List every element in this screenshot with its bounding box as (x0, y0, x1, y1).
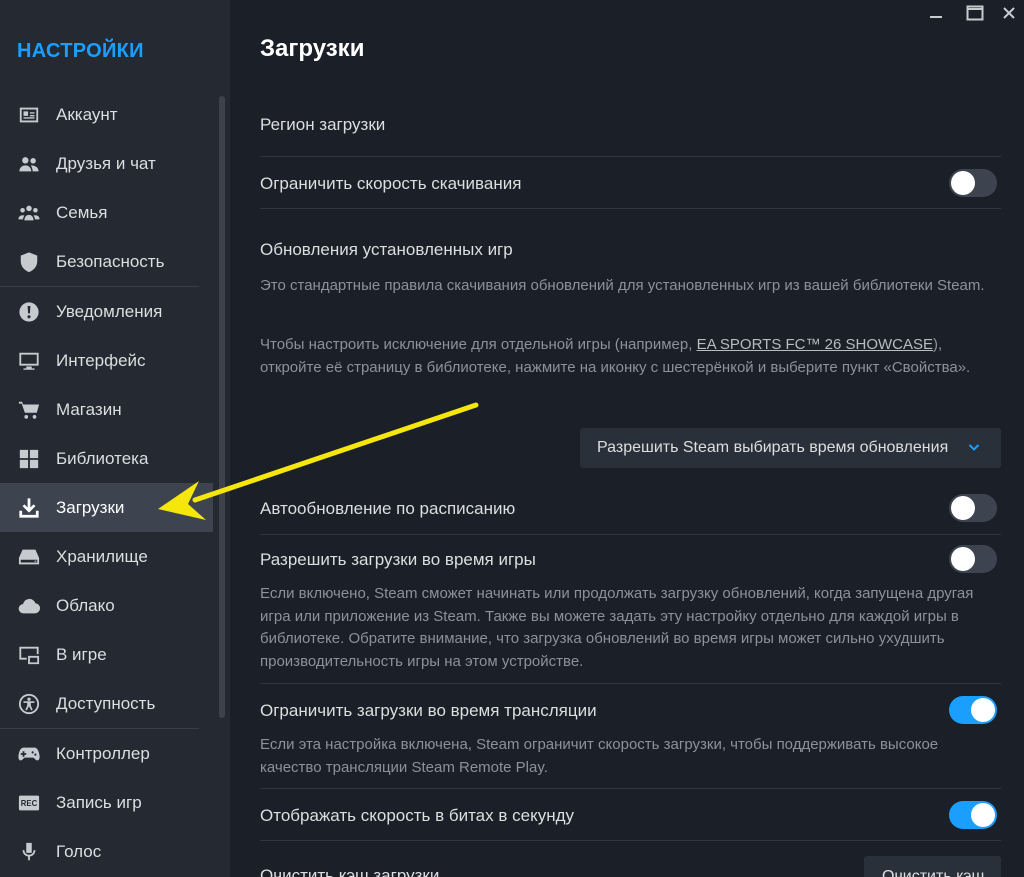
divider (260, 534, 1001, 535)
toggle-knob (971, 698, 995, 722)
cart-icon (17, 398, 41, 422)
divider (260, 156, 1001, 157)
sidebar-item-label: Запись игр (56, 792, 142, 812)
toggle-knob (951, 547, 975, 571)
game-link[interactable]: EA SPORTS FC™ 26 SHOWCASE (697, 336, 933, 353)
monitor-icon (17, 349, 41, 373)
downloads-settings-panel: Загрузки Регион загрузки Ограничить скор… (230, 0, 1024, 877)
sidebar-item-notifications[interactable]: Уведомления (0, 287, 213, 336)
limit-streaming-toggle[interactable] (949, 696, 997, 724)
sidebar-item-label: Голос (56, 841, 102, 861)
clear-cache-label: Очистить кэш загрузки (260, 866, 440, 877)
sidebar-item-label: Интерфейс (56, 350, 146, 370)
limit-speed-label: Ограничить скорость скачивания (260, 174, 522, 193)
bits-per-second-row: Отображать скорость в битах в секунду (260, 806, 1001, 826)
allow-during-game-row: Разрешить загрузки во время игры (260, 550, 1001, 570)
allow-during-game-toggle[interactable] (949, 545, 997, 573)
cloud-icon (17, 594, 41, 618)
divider (260, 840, 1001, 841)
toggle-knob (971, 803, 995, 827)
sidebar-item-store[interactable]: Магазин (0, 385, 213, 434)
microphone-icon (17, 840, 41, 864)
drive-icon (17, 545, 41, 569)
sidebar-item-label: Облако (56, 595, 115, 615)
sidebar-item-storage[interactable]: Хранилище (0, 532, 213, 581)
rec-icon: REC (17, 791, 41, 815)
allow-during-game-description: Если включено, Steam сможет начинать или… (260, 585, 974, 670)
updates-exception-description: Чтобы настроить исключение для отдельной… (260, 334, 990, 379)
updates-heading-row: Обновления установленных игр (260, 240, 1001, 260)
grid-icon (17, 447, 41, 471)
sidebar-item-label: Контроллер (56, 743, 150, 763)
sidebar-item-account[interactable]: Аккаунт (0, 90, 213, 139)
download-icon (17, 496, 41, 520)
updates-heading: Обновления установленных игр (260, 240, 513, 259)
notification-icon (17, 300, 41, 324)
download-region-label: Регион загрузки (260, 115, 386, 134)
sidebar-item-label: Уведомления (56, 301, 163, 321)
friends-icon (17, 152, 41, 176)
auto-update-toggle[interactable] (949, 494, 997, 522)
download-region-row[interactable]: Регион загрузки (260, 115, 1001, 135)
sidebar-item-label: Хранилище (56, 546, 148, 566)
sidebar-item-downloads[interactable]: Загрузки (0, 483, 213, 532)
sidebar-item-label: Безопасность (56, 251, 165, 271)
sidebar-item-ingame[interactable]: В игре (0, 630, 213, 679)
chevron-down-icon (967, 440, 981, 459)
exception-text-before: Чтобы настроить исключение для отдельной… (260, 336, 697, 353)
bits-per-second-toggle[interactable] (949, 801, 997, 829)
sidebar-item-accessibility[interactable]: Доступность (0, 679, 213, 728)
ingame-icon (17, 643, 41, 667)
sidebar-item-label: Друзья и чат (56, 153, 156, 173)
limit-streaming-label: Ограничить загрузки во время трансляции (260, 701, 597, 720)
sidebar-item-label: В игре (56, 644, 107, 664)
updates-description: Это стандартные правила скачивания обнов… (260, 277, 985, 294)
family-icon (17, 201, 41, 225)
sidebar-item-voice[interactable]: Голос (0, 827, 213, 876)
limit-speed-row: Ограничить скорость скачивания (260, 174, 1001, 194)
limit-speed-toggle[interactable] (949, 169, 997, 197)
sidebar-item-controller[interactable]: Контроллер (0, 729, 213, 778)
gamepad-icon (17, 742, 41, 766)
sidebar-item-label: Доступность (56, 693, 156, 713)
sidebar-item-interface[interactable]: Интерфейс (0, 336, 213, 385)
settings-nav: Аккаунт Друзья и чат Семья Безопасность … (0, 90, 213, 876)
toggle-knob (951, 171, 975, 195)
divider (260, 683, 1001, 684)
sidebar-item-label: Магазин (56, 399, 122, 419)
sidebar-item-label: Семья (56, 202, 108, 222)
auto-update-label: Автообновление по расписанию (260, 499, 516, 518)
sidebar-item-label: Загрузки (56, 497, 125, 517)
sidebar-item-cloud[interactable]: Облако (0, 581, 213, 630)
page-title: Загрузки (260, 35, 365, 62)
sidebar-item-label: Библиотека (56, 448, 149, 468)
sidebar-item-security[interactable]: Безопасность (0, 237, 213, 286)
sidebar-item-family[interactable]: Семья (0, 188, 213, 237)
account-card-icon (17, 103, 41, 127)
settings-sidebar: НАСТРОЙКИ Аккаунт Друзья и чат Семья Без… (0, 0, 230, 877)
limit-streaming-description: Если эта настройка включена, Steam огран… (260, 736, 939, 776)
sidebar-title: НАСТРОЙКИ (17, 40, 144, 62)
bits-per-second-label: Отображать скорость в битах в секунду (260, 806, 575, 825)
auto-update-row: Автообновление по расписанию (260, 499, 1001, 519)
sidebar-item-label: Аккаунт (56, 104, 118, 124)
update-schedule-dropdown[interactable]: Разрешить Steam выбирать время обновлени… (580, 428, 1001, 468)
shield-icon (17, 250, 41, 274)
divider (260, 788, 1001, 789)
svg-text:REC: REC (21, 799, 38, 808)
sidebar-scrollbar[interactable] (219, 96, 225, 718)
sidebar-item-recording[interactable]: REC Запись игр (0, 778, 213, 827)
allow-during-game-label: Разрешить загрузки во время игры (260, 550, 536, 569)
dropdown-value: Разрешить Steam выбирать время обновлени… (597, 439, 949, 456)
sidebar-item-library[interactable]: Библиотека (0, 434, 213, 483)
limit-streaming-row: Ограничить загрузки во время трансляции (260, 701, 1001, 721)
clear-cache-button[interactable]: Очистить кэш (864, 856, 1001, 877)
divider (260, 208, 1001, 209)
sidebar-item-friends[interactable]: Друзья и чат (0, 139, 213, 188)
toggle-knob (951, 496, 975, 520)
accessibility-icon (17, 692, 41, 716)
